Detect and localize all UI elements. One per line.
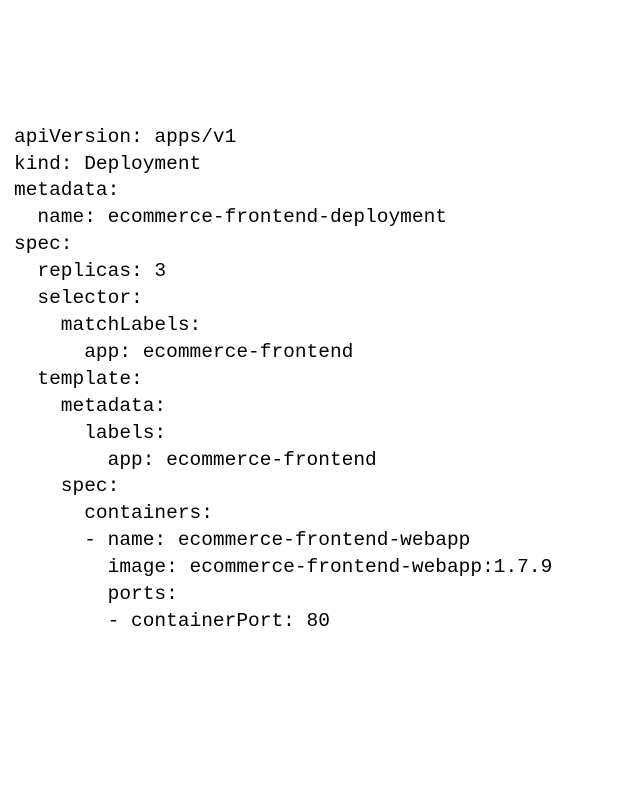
code-line: spec: <box>14 233 73 255</box>
code-line: app: ecommerce-frontend <box>14 341 353 363</box>
code-line: apiVersion: apps/v1 <box>14 126 236 148</box>
code-line: spec: <box>14 475 119 497</box>
yaml-code-block: apiVersion: apps/v1 kind: Deployment met… <box>14 124 616 635</box>
code-line: metadata: <box>14 179 119 201</box>
code-line: - containerPort: 80 <box>14 610 330 632</box>
code-line: replicas: 3 <box>14 260 166 282</box>
code-line: image: ecommerce-frontend-webapp:1.7.9 <box>14 556 552 578</box>
code-line: name: ecommerce-frontend-deployment <box>14 206 447 228</box>
code-line: kind: Deployment <box>14 153 201 175</box>
code-line: - name: ecommerce-frontend-webapp <box>14 529 470 551</box>
code-line: matchLabels: <box>14 314 201 336</box>
code-line: metadata: <box>14 395 166 417</box>
code-line: containers: <box>14 502 213 524</box>
code-line: selector: <box>14 287 143 309</box>
code-line: app: ecommerce-frontend <box>14 449 377 471</box>
code-line: ports: <box>14 583 178 605</box>
code-line: labels: <box>14 422 166 444</box>
code-line: template: <box>14 368 143 390</box>
